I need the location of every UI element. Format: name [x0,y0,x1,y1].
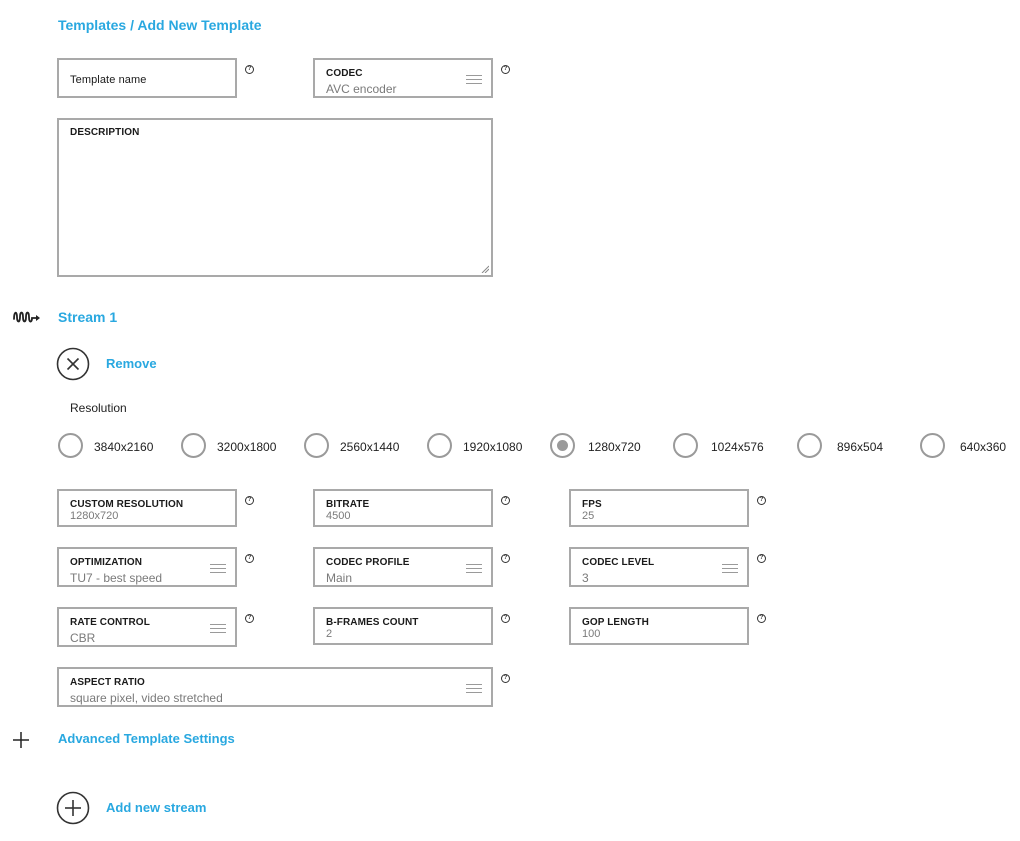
radio-label: 3200x1800 [217,440,277,454]
menu-icon [210,624,226,633]
codec-profile-select[interactable]: CODEC PROFILE Main [313,547,493,587]
add-new-stream-button[interactable]: Add new stream [106,800,206,815]
codec-help-icon[interactable]: ? [501,65,510,74]
menu-icon [722,564,738,573]
rate-control-select[interactable]: RATE CONTROL CBR [57,607,237,647]
bframes-count-input[interactable]: B-FRAMES COUNT 2 [313,607,493,645]
stream-title[interactable]: Stream 1 [58,309,117,325]
fps-value: 25 [582,510,595,522]
radio-1920x1080[interactable] [427,433,452,458]
fps-input[interactable]: FPS 25 [569,489,749,527]
codec-level-value: 3 [582,571,589,585]
rate-control-help-icon[interactable]: ? [245,614,254,623]
bframes-count-value: 2 [326,628,333,640]
resolution-label: Resolution [70,401,127,415]
aspect-ratio-label: ASPECT RATIO [70,677,145,688]
template-name-label: Template name [70,74,147,86]
optimization-select[interactable]: OPTIMIZATION TU7 - best speed [57,547,237,587]
menu-icon [466,684,482,693]
custom-resolution-help-icon[interactable]: ? [245,496,254,505]
custom-resolution-input[interactable]: CUSTOM RESOLUTION 1280x720 [57,489,237,527]
stream-wave-icon [13,311,40,323]
template-name-help-icon[interactable]: ? [245,65,254,74]
radio-label: 640x360 [960,440,1007,454]
radio-label: 1024x576 [711,440,764,454]
optimization-label: OPTIMIZATION [70,557,143,568]
radio-1024x576[interactable] [673,433,698,458]
add-circle-icon[interactable] [56,791,90,825]
radio-label: 896x504 [837,440,884,454]
radio-3200x1800[interactable] [181,433,206,458]
codec-profile-label: CODEC PROFILE [326,557,410,568]
codec-profile-value: Main [326,571,353,585]
radio-label: 1920x1080 [463,440,523,454]
optimization-help-icon[interactable]: ? [245,554,254,563]
custom-resolution-label: CUSTOM RESOLUTION [70,499,184,510]
remove-button[interactable]: Remove [106,356,157,371]
codec-level-select[interactable]: CODEC LEVEL 3 [569,547,749,587]
bframes-count-label: B-FRAMES COUNT [326,617,419,628]
radio-1280x720[interactable] [550,433,575,458]
gop-length-value: 100 [582,628,601,640]
bitrate-value: 4500 [326,510,351,522]
aspect-ratio-value: square pixel, video stretched [70,691,223,705]
custom-resolution-value: 1280x720 [70,510,119,522]
radio-label: 2560x1440 [340,440,400,454]
menu-icon [210,564,226,573]
template-name-input[interactable]: Template name [57,58,237,98]
fps-help-icon[interactable]: ? [757,496,766,505]
codec-value: AVC encoder [326,82,397,96]
gop-length-input[interactable]: GOP LENGTH 100 [569,607,749,645]
radio-label: 3840x2160 [94,440,154,454]
description-textarea[interactable]: DESCRIPTION [57,118,493,277]
aspect-ratio-select[interactable]: ASPECT RATIO square pixel, video stretch… [57,667,493,707]
gop-length-label: GOP LENGTH [582,617,649,628]
rate-control-label: RATE CONTROL [70,617,150,628]
radio-2560x1440[interactable] [304,433,329,458]
bitrate-help-icon[interactable]: ? [501,496,510,505]
bframes-count-help-icon[interactable]: ? [501,614,510,623]
plus-icon[interactable] [12,731,30,749]
optimization-value: TU7 - best speed [70,571,163,585]
radio-640x360[interactable] [920,433,945,458]
gop-length-help-icon[interactable]: ? [757,614,766,623]
bitrate-input[interactable]: BITRATE 4500 [313,489,493,527]
menu-icon [466,564,482,573]
advanced-settings-toggle[interactable]: Advanced Template Settings [58,731,235,746]
menu-icon [466,75,482,84]
resize-grip-icon[interactable] [480,264,489,273]
remove-icon[interactable] [56,347,90,381]
codec-level-label: CODEC LEVEL [582,557,655,568]
codec-level-help-icon[interactable]: ? [757,554,766,563]
description-label: DESCRIPTION [70,127,140,138]
breadcrumb[interactable]: Templates / Add New Template [58,17,262,33]
aspect-ratio-help-icon[interactable]: ? [501,674,510,683]
rate-control-value: CBR [70,631,96,645]
fps-label: FPS [582,499,602,510]
codec-label: CODEC [326,68,363,79]
codec-profile-help-icon[interactable]: ? [501,554,510,563]
codec-select[interactable]: CODEC AVC encoder [313,58,493,98]
radio-3840x2160[interactable] [58,433,83,458]
radio-896x504[interactable] [797,433,822,458]
radio-label: 1280x720 [588,440,641,454]
bitrate-label: BITRATE [326,499,370,510]
